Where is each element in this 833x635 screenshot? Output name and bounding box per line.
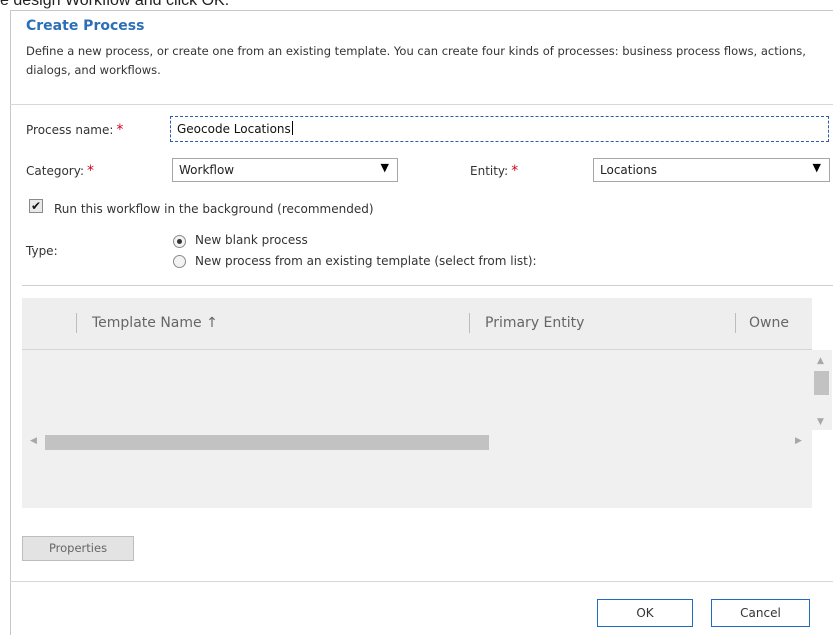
type-label: Type: xyxy=(26,244,58,258)
vertical-scroll-thumb[interactable] xyxy=(814,371,829,395)
required-marker: * xyxy=(116,122,124,138)
cancel-button[interactable]: Cancel xyxy=(711,599,810,627)
dropdown-arrow-icon: ▼ xyxy=(812,161,821,174)
dropdown-arrow-icon: ▼ xyxy=(380,161,389,174)
horizontal-scroll-thumb[interactable] xyxy=(45,435,489,450)
entity-value: Locations xyxy=(600,163,658,177)
header-divider xyxy=(10,104,833,105)
category-label-group: Category: * xyxy=(26,163,94,179)
scroll-left-arrow-icon[interactable]: ◀ xyxy=(30,436,37,446)
required-marker: * xyxy=(86,163,94,179)
process-name-input[interactable]: Geocode Locations xyxy=(170,116,829,142)
ok-button[interactable]: OK xyxy=(597,599,693,627)
scroll-right-arrow-icon[interactable]: ▶ xyxy=(795,436,802,446)
required-marker: * xyxy=(511,163,519,179)
type-option-blank: New blank process xyxy=(195,233,308,247)
type-option-template: New process from an existing template (s… xyxy=(195,254,537,268)
scroll-up-arrow-icon[interactable]: ▲ xyxy=(817,356,824,366)
column-header-primary-entity[interactable]: Primary Entity xyxy=(485,315,584,331)
process-name-label-group: Process name: * xyxy=(26,122,123,138)
column-divider[interactable] xyxy=(735,313,736,333)
process-name-label: Process name: xyxy=(26,123,114,137)
type-radio-blank[interactable] xyxy=(173,235,186,248)
text-caret xyxy=(291,121,293,135)
form-divider xyxy=(22,285,833,286)
category-select[interactable]: Workflow ▼ xyxy=(172,158,398,182)
entity-select[interactable]: Locations ▼ xyxy=(593,158,830,182)
template-grid-body xyxy=(22,350,812,508)
background-checkbox-label: Run this workflow in the background (rec… xyxy=(54,202,374,216)
entity-label: Entity: xyxy=(470,164,509,178)
column-divider[interactable] xyxy=(469,313,470,333)
category-label: Category: xyxy=(26,164,84,178)
process-name-value: Geocode Locations xyxy=(177,122,291,136)
scroll-down-arrow-icon[interactable]: ▼ xyxy=(817,417,824,427)
background-checkbox[interactable]: ✔ xyxy=(29,199,43,213)
footer-divider xyxy=(10,581,833,582)
column-header-owner[interactable]: Owne xyxy=(749,315,789,331)
properties-button[interactable]: Properties xyxy=(22,536,134,561)
dialog-title: Create Process xyxy=(26,18,145,34)
column-divider[interactable] xyxy=(76,313,77,333)
dialog-description: Define a new process, or create one from… xyxy=(26,44,806,77)
column-header-template-name[interactable]: Template Name ↑ xyxy=(92,315,218,331)
entity-label-group: Entity: * xyxy=(470,163,518,179)
category-value: Workflow xyxy=(179,163,235,177)
instruction-caption: e design Workflow and click OK. xyxy=(0,0,230,9)
type-radio-template[interactable] xyxy=(173,255,186,268)
